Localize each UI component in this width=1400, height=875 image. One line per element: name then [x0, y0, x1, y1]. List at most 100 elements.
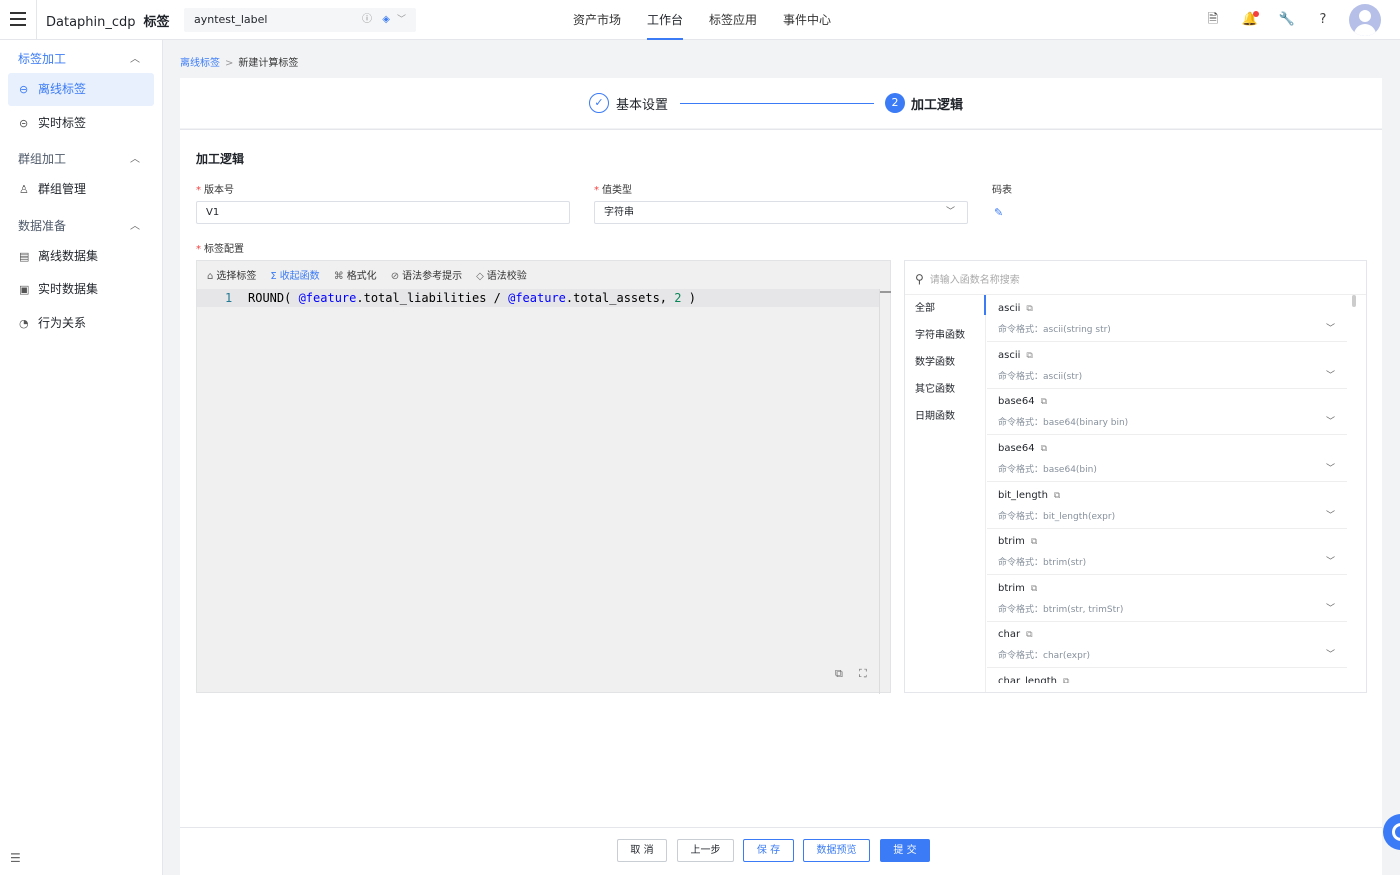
sidebar-item-realtime-tag[interactable]: ⊝ 实时标签: [8, 107, 154, 140]
sidebar-item-group-manage[interactable]: ♙ 群组管理: [8, 173, 154, 206]
chevron-down-icon[interactable]: ﹀: [1326, 321, 1335, 334]
list-item[interactable]: bit_length ⧉ 命令格式：bit_length(expr) ﹀: [987, 482, 1347, 529]
function-name-text: char_length: [998, 676, 1057, 683]
function-name: btrim ⧉: [998, 583, 1037, 594]
copy-icon[interactable]: ⧉: [1041, 397, 1047, 407]
type-select[interactable]: 字符串 ﹀: [594, 201, 968, 224]
menu-icon[interactable]: [10, 12, 26, 26]
notification-dot: [1253, 11, 1259, 17]
nav-asset-market[interactable]: 资产市场: [560, 0, 634, 40]
chevron-down-icon[interactable]: ﹀: [1326, 414, 1335, 427]
category-all[interactable]: 全部: [915, 299, 935, 314]
chevron-down-icon[interactable]: ﹀: [1326, 554, 1335, 567]
copy-icon[interactable]: ⧉: [1026, 630, 1032, 640]
app-name: Dataphin_cdp: [46, 15, 136, 30]
code-line[interactable]: 1 ROUND( @feature.total_liabilities / @f…: [197, 289, 880, 307]
category-date[interactable]: 日期函数: [915, 407, 955, 422]
sidebar: 标签加工 ︿ ⊖ 离线标签 ⊝ 实时标签 群组加工 ︿ ♙ 群组管理 数据准备 ︿ ▤…: [0, 40, 163, 875]
copy-icon[interactable]: ⧉: [1031, 584, 1037, 594]
sidebar-item-offline-tag[interactable]: ⊖ 离线标签: [8, 73, 154, 106]
wrench-icon[interactable]: 🔧: [1278, 11, 1296, 29]
cancel-button[interactable]: 取 消: [617, 839, 667, 862]
sidebar-item-label: 群组管理: [38, 182, 87, 196]
nav-event-center[interactable]: 事件中心: [770, 0, 844, 40]
select-tag-button[interactable]: ⌂ 选择标签: [207, 267, 256, 283]
chevron-down-icon[interactable]: ﹀: [1326, 368, 1335, 381]
submit-button[interactable]: 提 交: [880, 839, 930, 862]
breadcrumb-link[interactable]: 离线标签: [180, 58, 220, 69]
main-form: 加工逻辑 * 版本号 V1 * 值类型 字符串 ﹀ 码表 ✎ * 标签配置 ⌂ 选择标签 …: [180, 129, 1382, 827]
copy-icon[interactable]: ⧉: [1063, 677, 1069, 683]
copy-icon[interactable]: ⧉: [1054, 491, 1060, 501]
top-bar: Dataphin_cdp 标签 ayntest_label ⓘ ◈ ﹀ 资产市场 …: [0, 0, 1400, 40]
sidebar-item-realtime-dataset[interactable]: ▣ 实时数据集: [8, 273, 154, 306]
edit-icon[interactable]: ✎: [994, 206, 1003, 219]
format-button[interactable]: ⌘ 格式化: [334, 267, 377, 283]
format-prefix: 命令格式：: [998, 605, 1044, 615]
sidebar-group-data-prep[interactable]: 数据准备: [18, 217, 66, 234]
required-mark: *: [196, 185, 201, 196]
collapse-functions-button[interactable]: Σ 收起函数: [270, 267, 319, 283]
category-math[interactable]: 数学函数: [915, 353, 955, 368]
chevron-up-icon[interactable]: ︿: [130, 150, 140, 165]
code-editor[interactable]: ⌂ 选择标签 Σ 收起函数 ⌘ 格式化 ⊘ 语法参考提示 ◇ 语法校验 1 ROUND( …: [196, 260, 891, 694]
chevron-up-icon[interactable]: ︿: [130, 217, 140, 232]
syntax-check-button[interactable]: ◇ 语法校验: [476, 267, 527, 283]
list-item[interactable]: btrim ⧉ 命令格式：btrim(str) ﹀: [987, 528, 1347, 575]
step-connector: [680, 103, 874, 104]
copy-icon[interactable]: ⧉: [1041, 444, 1047, 454]
sidebar-group-group-processing[interactable]: 群组加工: [18, 150, 66, 167]
user-group-icon: ♙: [19, 183, 29, 196]
prev-step-button[interactable]: 上一步: [677, 839, 734, 862]
function-search-input[interactable]: ⚲ 请输入函数名称搜索: [915, 271, 1020, 286]
document-icon[interactable]: 🗎: [1204, 11, 1222, 29]
assistant-float-button[interactable]: [1383, 814, 1400, 850]
list-item[interactable]: char ⧉ 命令格式：char(expr) ﹀: [987, 621, 1347, 668]
collapse-sidebar-icon[interactable]: ☰: [10, 851, 21, 865]
chevron-down-icon[interactable]: ﹀: [1326, 601, 1335, 614]
chevron-down-icon[interactable]: ﹀: [1326, 461, 1335, 474]
nav-tag-app[interactable]: 标签应用: [696, 0, 770, 40]
list-item[interactable]: char_length ⧉: [987, 668, 1347, 683]
step-basic-settings[interactable]: 基本设置: [616, 94, 668, 113]
format-text: ascii(string str): [1043, 325, 1111, 335]
format-text: btrim(str, trimStr): [1043, 605, 1124, 615]
list-item[interactable]: ascii ⧉ 命令格式：ascii(string str) ﹀: [987, 295, 1347, 342]
avatar[interactable]: [1349, 4, 1381, 36]
version-input[interactable]: V1: [196, 201, 570, 224]
category-active-indicator: [984, 295, 986, 315]
breadcrumb: 离线标签 > 新建计算标签: [180, 54, 298, 69]
list-scrollbar[interactable]: [1352, 295, 1356, 307]
sidebar-item-behavior[interactable]: ◔ 行为关系: [8, 307, 154, 340]
fullscreen-icon[interactable]: ⛶: [859, 667, 867, 681]
chevron-down-icon[interactable]: ﹀: [1326, 647, 1335, 660]
syntax-hint-button[interactable]: ⊘ 语法参考提示: [391, 267, 462, 283]
function-format: 命令格式：ascii(str): [998, 369, 1082, 382]
chevron-down-icon[interactable]: ﹀: [1326, 508, 1335, 521]
list-item[interactable]: ascii ⧉ 命令格式：ascii(str) ﹀: [987, 342, 1347, 389]
bell-icon[interactable]: 🔔: [1241, 11, 1259, 29]
sidebar-item-label: 实时数据集: [38, 282, 99, 296]
copy-icon[interactable]: ⧉: [1031, 537, 1037, 547]
code-keyword: @feature: [298, 291, 357, 305]
sidebar-item-offline-dataset[interactable]: ▤ 离线数据集: [8, 240, 154, 273]
chevron-up-icon[interactable]: ︿: [130, 50, 140, 65]
category-string[interactable]: 字符串函数: [915, 326, 965, 341]
sidebar-group-tag-processing[interactable]: 标签加工: [18, 50, 66, 67]
data-preview-button[interactable]: 数据预览: [803, 839, 870, 862]
list-item[interactable]: btrim ⧉ 命令格式：btrim(str, trimStr) ﹀: [987, 575, 1347, 622]
editor-scrollbar[interactable]: [879, 289, 891, 694]
code-suffix: ): [681, 291, 696, 305]
sidebar-item-label: 离线数据集: [38, 249, 99, 263]
save-button[interactable]: 保 存: [743, 839, 794, 862]
copy-icon[interactable]: ⧉: [1026, 304, 1032, 314]
category-other[interactable]: 其它函数: [915, 380, 955, 395]
nav-workbench[interactable]: 工作台: [634, 0, 696, 40]
function-list: ascii ⧉ 命令格式：ascii(string str) ﹀ ascii ⧉ 命令格式…: [987, 295, 1352, 683]
help-icon[interactable]: ?: [1314, 11, 1332, 29]
copy-icon[interactable]: ⧉: [835, 667, 843, 681]
list-item[interactable]: base64 ⧉ 命令格式：base64(binary bin) ﹀: [987, 388, 1347, 435]
copy-icon[interactable]: ⧉: [1026, 351, 1032, 361]
project-select[interactable]: ayntest_label ⓘ ◈ ﹀: [184, 8, 416, 32]
list-item[interactable]: base64 ⧉ 命令格式：base64(bin) ﹀: [987, 435, 1347, 482]
